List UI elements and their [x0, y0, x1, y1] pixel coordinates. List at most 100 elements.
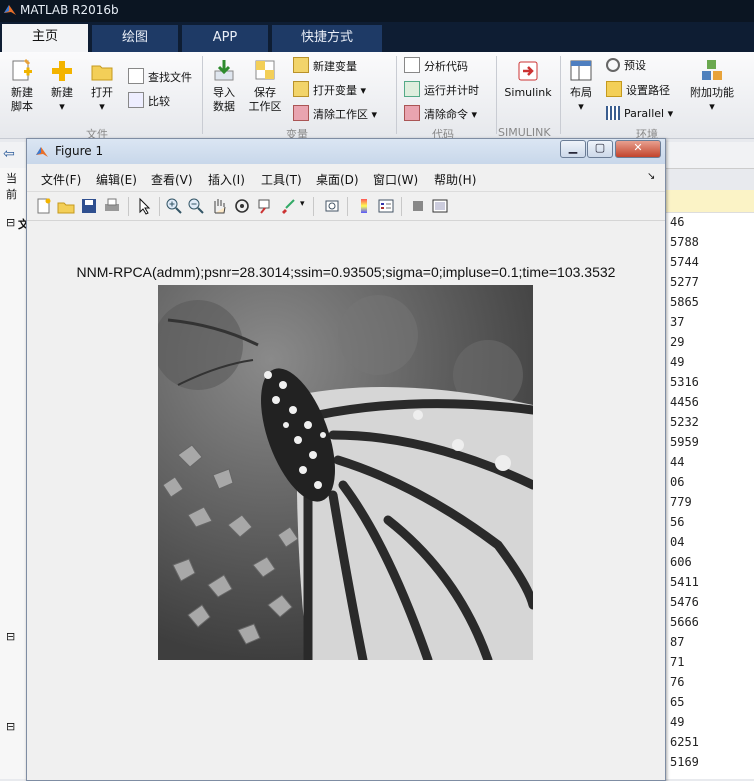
new-script-button[interactable]: 新建 脚本 — [6, 58, 38, 114]
clear-commands-button[interactable]: 清除命令 ▾ — [404, 105, 477, 123]
toolbar-divider — [159, 197, 160, 216]
minimize-button[interactable]: ▁ — [560, 140, 586, 158]
tab-apps[interactable]: APP — [182, 25, 268, 52]
maximize-button[interactable]: ▢ — [587, 140, 613, 158]
workspace-value: 5316 — [670, 375, 699, 389]
matlab-logo-icon — [36, 147, 48, 157]
workspace-value: 29 — [670, 335, 685, 349]
back-arrow-icon[interactable]: ⇦ — [3, 146, 15, 162]
open-file-icon[interactable] — [57, 197, 75, 215]
analyze-code-button[interactable]: 分析代码 — [404, 57, 468, 75]
timer-icon — [404, 81, 420, 97]
new-figure-icon[interactable] — [35, 197, 53, 215]
menu-help[interactable]: 帮助(H) — [434, 171, 476, 188]
checklist-icon — [404, 57, 420, 73]
menu-desktop[interactable]: 桌面(D) — [316, 171, 359, 188]
divider — [560, 56, 561, 134]
plot-title: NNM-RPCA(admm);psnr=28.3014;ssim=0.93505… — [76, 264, 616, 280]
zoom-out-icon[interactable] — [187, 197, 205, 215]
hide-plot-tools-icon[interactable] — [409, 197, 427, 215]
collapse-icon[interactable]: ⊟ — [6, 720, 15, 733]
workspace-value: 5476 — [670, 595, 699, 609]
plus-icon — [52, 61, 72, 81]
parallel-button[interactable]: Parallel ▾ — [606, 105, 673, 123]
save-icon[interactable] — [80, 197, 98, 215]
compare-button[interactable]: 比较 — [128, 92, 170, 110]
workspace-value: 4456 — [670, 395, 699, 409]
brush-icon[interactable] — [279, 197, 297, 215]
find-files-button[interactable]: 查找文件 — [128, 68, 192, 86]
folder-icon — [606, 81, 622, 97]
butterfly-image-render — [158, 285, 533, 660]
collapse-icon[interactable]: ⊟ — [6, 216, 15, 229]
rotate-3d-icon[interactable] — [233, 197, 251, 215]
workspace-value: 06 — [670, 475, 685, 489]
close-button[interactable]: ✕ — [615, 140, 661, 158]
current-folder-panel: 当前 ⊟ 文 ⊟ ⊟ — [0, 168, 29, 779]
workspace-value: 65 — [670, 695, 685, 709]
clear-workspace-button[interactable]: 清除工作区 ▾ — [293, 105, 377, 123]
divider — [202, 56, 203, 134]
set-path-button[interactable]: 设置路径 — [606, 81, 670, 99]
toolbar-divider — [347, 197, 348, 216]
zoom-in-icon[interactable] — [165, 197, 183, 215]
collapse-icon[interactable]: ⊟ — [6, 630, 15, 643]
pan-hand-icon[interactable] — [210, 197, 228, 215]
menu-view[interactable]: 查看(V) — [151, 171, 193, 188]
workspace-value: 5411 — [670, 575, 699, 589]
toolbar-divider — [313, 197, 314, 216]
workspace-value: 37 — [670, 315, 685, 329]
tab-plots[interactable]: 绘图 — [92, 25, 178, 52]
toolbar-divider — [128, 197, 129, 216]
workspace-value: 76 — [670, 675, 685, 689]
chevron-down-icon: ▾ — [709, 100, 715, 113]
eraser-icon — [293, 105, 309, 121]
gear-icon — [606, 58, 620, 72]
open-button[interactable]: 打开 ▾ — [86, 58, 118, 114]
addons-button[interactable]: 附加功能 ▾ — [688, 58, 736, 114]
workspace-value: 46 — [670, 215, 685, 229]
save-workspace-button[interactable]: 保存 工作区 — [247, 58, 283, 114]
layout-button[interactable]: 布局 ▾ — [566, 58, 596, 114]
eraser-icon — [404, 105, 420, 121]
folder-icon — [91, 65, 113, 81]
current-folder-label: 当前 — [6, 172, 17, 201]
preferences-button[interactable]: 预设 — [606, 57, 646, 75]
chevron-down-icon: ▾ — [371, 108, 378, 121]
legend-icon[interactable] — [377, 197, 395, 215]
open-variable-button[interactable]: 打开变量 ▾ — [293, 81, 366, 99]
run-and-time-button[interactable]: 运行并计时 — [404, 81, 479, 99]
workspace-value: 5277 — [670, 275, 699, 289]
menu-tools[interactable]: 工具(T) — [261, 171, 302, 188]
data-cursor-icon[interactable] — [256, 197, 274, 215]
figure-window: Figure 1 ▁ ▢ ✕ 文件(F) 编辑(E) 查看(V) 插入(I) 工… — [26, 138, 666, 781]
dock-arrow-icon[interactable]: ↘ — [647, 171, 655, 182]
new-button[interactable]: 新建 ▾ — [46, 58, 78, 114]
simulink-button[interactable]: Simulink — [502, 58, 554, 100]
link-plot-icon[interactable] — [323, 197, 341, 215]
chevron-down-icon: ▾ — [667, 107, 674, 120]
menu-insert[interactable]: 插入(I) — [208, 171, 245, 188]
import-data-button[interactable]: 导入 数据 — [208, 58, 240, 114]
menu-window[interactable]: 窗口(W) — [373, 171, 418, 188]
chevron-down-icon: ▾ — [59, 100, 65, 113]
workspace-value: 5744 — [670, 255, 699, 269]
menu-edit[interactable]: 编辑(E) — [96, 171, 137, 188]
menu-file[interactable]: 文件(F) — [41, 171, 81, 188]
new-variable-button[interactable]: 新建变量 — [293, 57, 357, 75]
workspace-value: 5232 — [670, 415, 699, 429]
tab-shortcuts[interactable]: 快捷方式 — [272, 25, 382, 52]
parallel-icon — [606, 106, 620, 120]
chevron-down-icon[interactable]: ▾ — [300, 199, 305, 209]
compare-icon — [128, 92, 144, 108]
figure-title: Figure 1 — [55, 144, 104, 158]
workspace-value: 04 — [670, 535, 685, 549]
workspace-value: 5865 — [670, 295, 699, 309]
butterfly-image — [158, 285, 533, 660]
tab-home[interactable]: 主页 — [2, 24, 88, 52]
pointer-icon[interactable] — [135, 197, 153, 215]
show-plot-tools-icon[interactable] — [431, 197, 449, 215]
colorbar-icon[interactable] — [355, 197, 373, 215]
toolbar-divider — [401, 197, 402, 216]
print-icon[interactable] — [103, 197, 121, 215]
